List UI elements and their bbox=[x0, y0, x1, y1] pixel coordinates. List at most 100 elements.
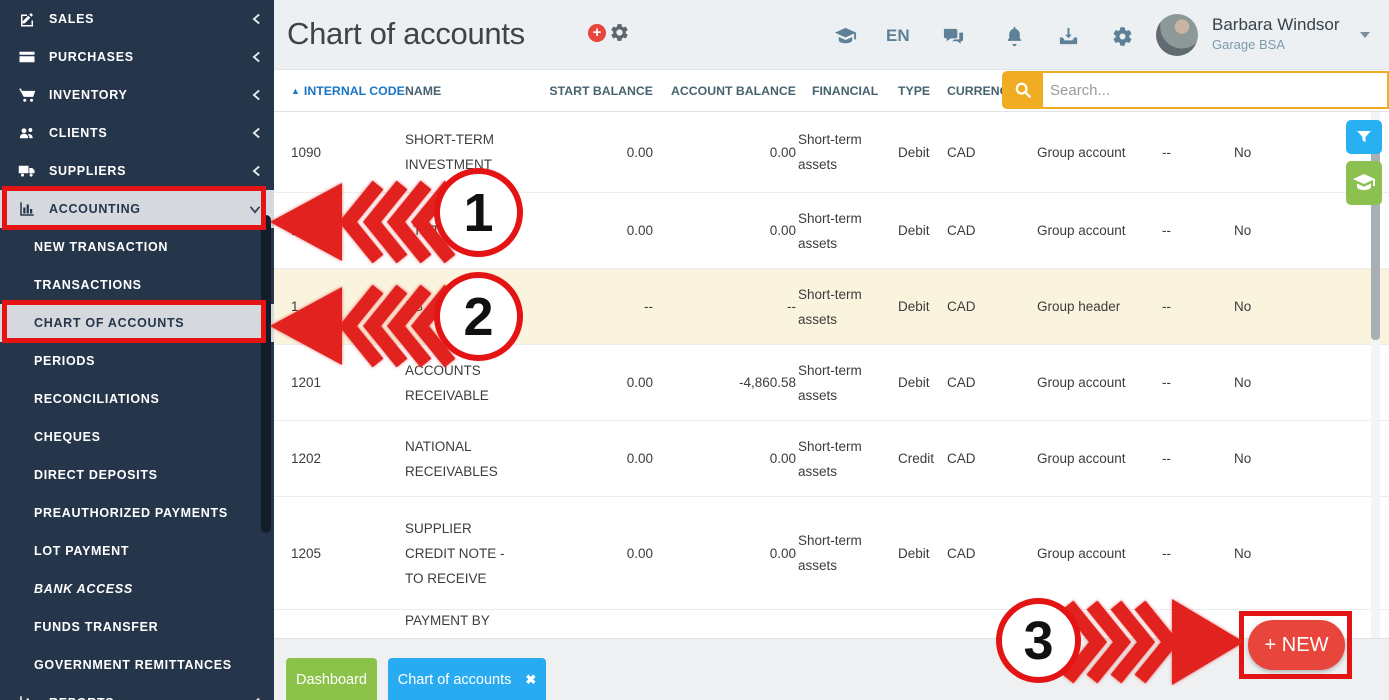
sidebar-item-preauthorized-payments[interactable]: PREAUTHORIZED PAYMENTS bbox=[0, 494, 274, 532]
user-menu-caret-icon[interactable] bbox=[1360, 32, 1370, 38]
sidebar-item-reports[interactable]: REPORTS bbox=[0, 684, 274, 700]
filter-button[interactable] bbox=[1346, 120, 1382, 154]
sidebar-item-cheques[interactable]: CHEQUES bbox=[0, 418, 274, 456]
sidebar-item-transactions[interactable]: TRANSACTIONS bbox=[0, 266, 274, 304]
table-row[interactable]: 10- TOT0.000.00Short-termassetsDebitCADG… bbox=[274, 193, 1389, 269]
tab-chart-of-accounts[interactable]: Chart of accounts ✖ bbox=[388, 658, 546, 700]
cell-dash: -- bbox=[1145, 375, 1205, 390]
card-icon bbox=[17, 48, 36, 67]
cell-currency: CAD bbox=[947, 299, 1007, 314]
cell-type: Debit bbox=[890, 375, 947, 390]
cell-financial: Short-termassets bbox=[798, 358, 890, 408]
cell-dash: -- bbox=[1145, 546, 1205, 561]
tab-close-icon[interactable]: ✖ bbox=[525, 672, 536, 688]
sidebar-item-label: NEW TRANSACTION bbox=[34, 240, 168, 254]
tutorial-button[interactable] bbox=[1346, 161, 1382, 205]
cell-name: PAYMENT BY bbox=[405, 610, 540, 632]
sidebar-item-suppliers[interactable]: SUPPLIERS bbox=[0, 152, 274, 190]
notifications-button[interactable] bbox=[1002, 24, 1026, 48]
column-header-account-balance[interactable]: ACCOUNT BALANCE bbox=[655, 84, 798, 98]
sidebar-item-clients[interactable]: CLIENTS bbox=[0, 114, 274, 152]
sidebar-item-lot-payment[interactable]: LOT PAYMENT bbox=[0, 532, 274, 570]
new-account-button[interactable]: + NEW bbox=[1248, 620, 1345, 670]
cell-group-type: Group account bbox=[1007, 223, 1145, 238]
sidebar-item-bank-access[interactable]: BANK ACCESS bbox=[0, 570, 274, 608]
sidebar-item-government-remittances[interactable]: GOVERNMENT REMITTANCES bbox=[0, 646, 274, 684]
cell-start-balance: 0.00 bbox=[540, 375, 655, 390]
cell-name: SUPPLIERCREDIT NOTE -TO RECEIVE bbox=[405, 516, 540, 591]
sidebar-item-label: TRANSACTIONS bbox=[34, 278, 142, 292]
sidebar-item-label: SALES bbox=[49, 12, 94, 26]
chart-icon bbox=[17, 694, 36, 700]
user-menu[interactable]: Barbara Windsor Garage BSA bbox=[1212, 15, 1340, 52]
table-row[interactable]: PAYMENT BY bbox=[274, 610, 1389, 638]
table-body: 1090SHORT-TERMINVESTMENT0.000.00Short-te… bbox=[274, 112, 1389, 638]
cell-flag: No bbox=[1205, 451, 1290, 466]
funnel-icon bbox=[1355, 128, 1373, 146]
chevron-left-icon bbox=[252, 165, 261, 177]
table-row[interactable]: 1EB----Short-termassetsDebitCADGroup hea… bbox=[274, 269, 1389, 345]
chevron-left-icon bbox=[252, 51, 261, 63]
column-header-name[interactable]: NAME bbox=[405, 84, 540, 98]
download-icon bbox=[1057, 25, 1080, 48]
sidebar-item-new-transaction[interactable]: NEW TRANSACTION bbox=[0, 228, 274, 266]
sidebar-item-funds-transfer[interactable]: FUNDS TRANSFER bbox=[0, 608, 274, 646]
table-row[interactable]: 1201ACCOUNTSRECEIVABLE0.00-4,860.58Short… bbox=[274, 345, 1389, 421]
column-header-start-balance[interactable]: START BALANCE bbox=[540, 84, 655, 98]
table-row[interactable]: 1090SHORT-TERMINVESTMENT0.000.00Short-te… bbox=[274, 112, 1389, 193]
sidebar-item-inventory[interactable]: INVENTORY bbox=[0, 76, 274, 114]
academy-button[interactable] bbox=[833, 24, 857, 48]
table-row[interactable]: 1202NATIONALRECEIVABLES0.000.00Short-ter… bbox=[274, 421, 1389, 497]
cart-icon bbox=[17, 86, 36, 105]
sidebar-item-accounting[interactable]: ACCOUNTING bbox=[0, 190, 274, 228]
cell-group-type: Group account bbox=[1007, 451, 1145, 466]
cell-name: EB bbox=[405, 294, 540, 319]
cell-flag: No bbox=[1205, 145, 1290, 160]
user-company: Garage BSA bbox=[1212, 37, 1340, 52]
chevron-left-icon bbox=[252, 127, 261, 139]
users-icon bbox=[17, 124, 36, 143]
cell-type: Debit bbox=[890, 546, 947, 561]
cell-group-type: Group account bbox=[1007, 546, 1145, 561]
cell-flag: No bbox=[1205, 375, 1290, 390]
messages-button[interactable] bbox=[941, 24, 965, 48]
table-row[interactable]: 1205SUPPLIERCREDIT NOTE -TO RECEIVE0.000… bbox=[274, 497, 1389, 610]
language-selector[interactable]: EN bbox=[886, 26, 910, 46]
cell-financial: Short-termassets bbox=[798, 127, 890, 177]
add-account-icon[interactable]: + bbox=[588, 24, 606, 42]
sidebar-item-label: ACCOUNTING bbox=[49, 202, 141, 216]
cell-start-balance: 0.00 bbox=[540, 451, 655, 466]
sidebar-item-label: CHART OF ACCOUNTS bbox=[34, 316, 184, 330]
search-bar bbox=[1002, 71, 1389, 109]
chevron-down-icon bbox=[249, 205, 261, 214]
search-button[interactable] bbox=[1002, 71, 1043, 109]
cell-internal-code: 1090 bbox=[287, 145, 405, 160]
dashboard-button[interactable]: Dashboard bbox=[286, 658, 377, 700]
column-header-type[interactable]: TYPE bbox=[890, 84, 947, 98]
cell-internal-code: 1202 bbox=[287, 451, 405, 466]
sidebar-item-chart-of-accounts[interactable]: CHART OF ACCOUNTS bbox=[0, 304, 274, 342]
sidebar-item-reconciliations[interactable]: RECONCILIATIONS bbox=[0, 380, 274, 418]
search-input[interactable] bbox=[1043, 71, 1389, 109]
sidebar-item-periods[interactable]: PERIODS bbox=[0, 342, 274, 380]
cell-group-type: Group account bbox=[1007, 375, 1145, 390]
page-title: Chart of accounts bbox=[287, 16, 525, 52]
cell-financial: Short-termassets bbox=[798, 282, 890, 332]
cell-internal-code: 10 bbox=[287, 223, 405, 238]
cell-group-type: Group account bbox=[1007, 145, 1145, 160]
user-name: Barbara Windsor bbox=[1212, 15, 1340, 35]
sidebar-scrollbar[interactable] bbox=[261, 215, 271, 533]
cell-start-balance: -- bbox=[540, 299, 655, 314]
import-button[interactable] bbox=[1056, 24, 1080, 48]
settings-button[interactable] bbox=[1110, 24, 1134, 48]
column-header-currency[interactable]: CURRENCY bbox=[947, 84, 1007, 98]
cell-account-balance: -4,860.58 bbox=[655, 375, 798, 390]
column-header-financial[interactable]: FINANCIAL bbox=[798, 84, 890, 98]
user-avatar[interactable] bbox=[1156, 14, 1198, 56]
sidebar-item-sales[interactable]: SALES bbox=[0, 0, 274, 38]
sidebar-item-purchases[interactable]: PURCHASES bbox=[0, 38, 274, 76]
page-settings-gear-icon[interactable] bbox=[609, 22, 630, 43]
column-header-internal-code[interactable]: ▲INTERNAL CODE bbox=[287, 84, 405, 98]
sidebar-item-direct-deposits[interactable]: DIRECT DEPOSITS bbox=[0, 456, 274, 494]
cell-name: NATIONALRECEIVABLES bbox=[405, 434, 540, 484]
